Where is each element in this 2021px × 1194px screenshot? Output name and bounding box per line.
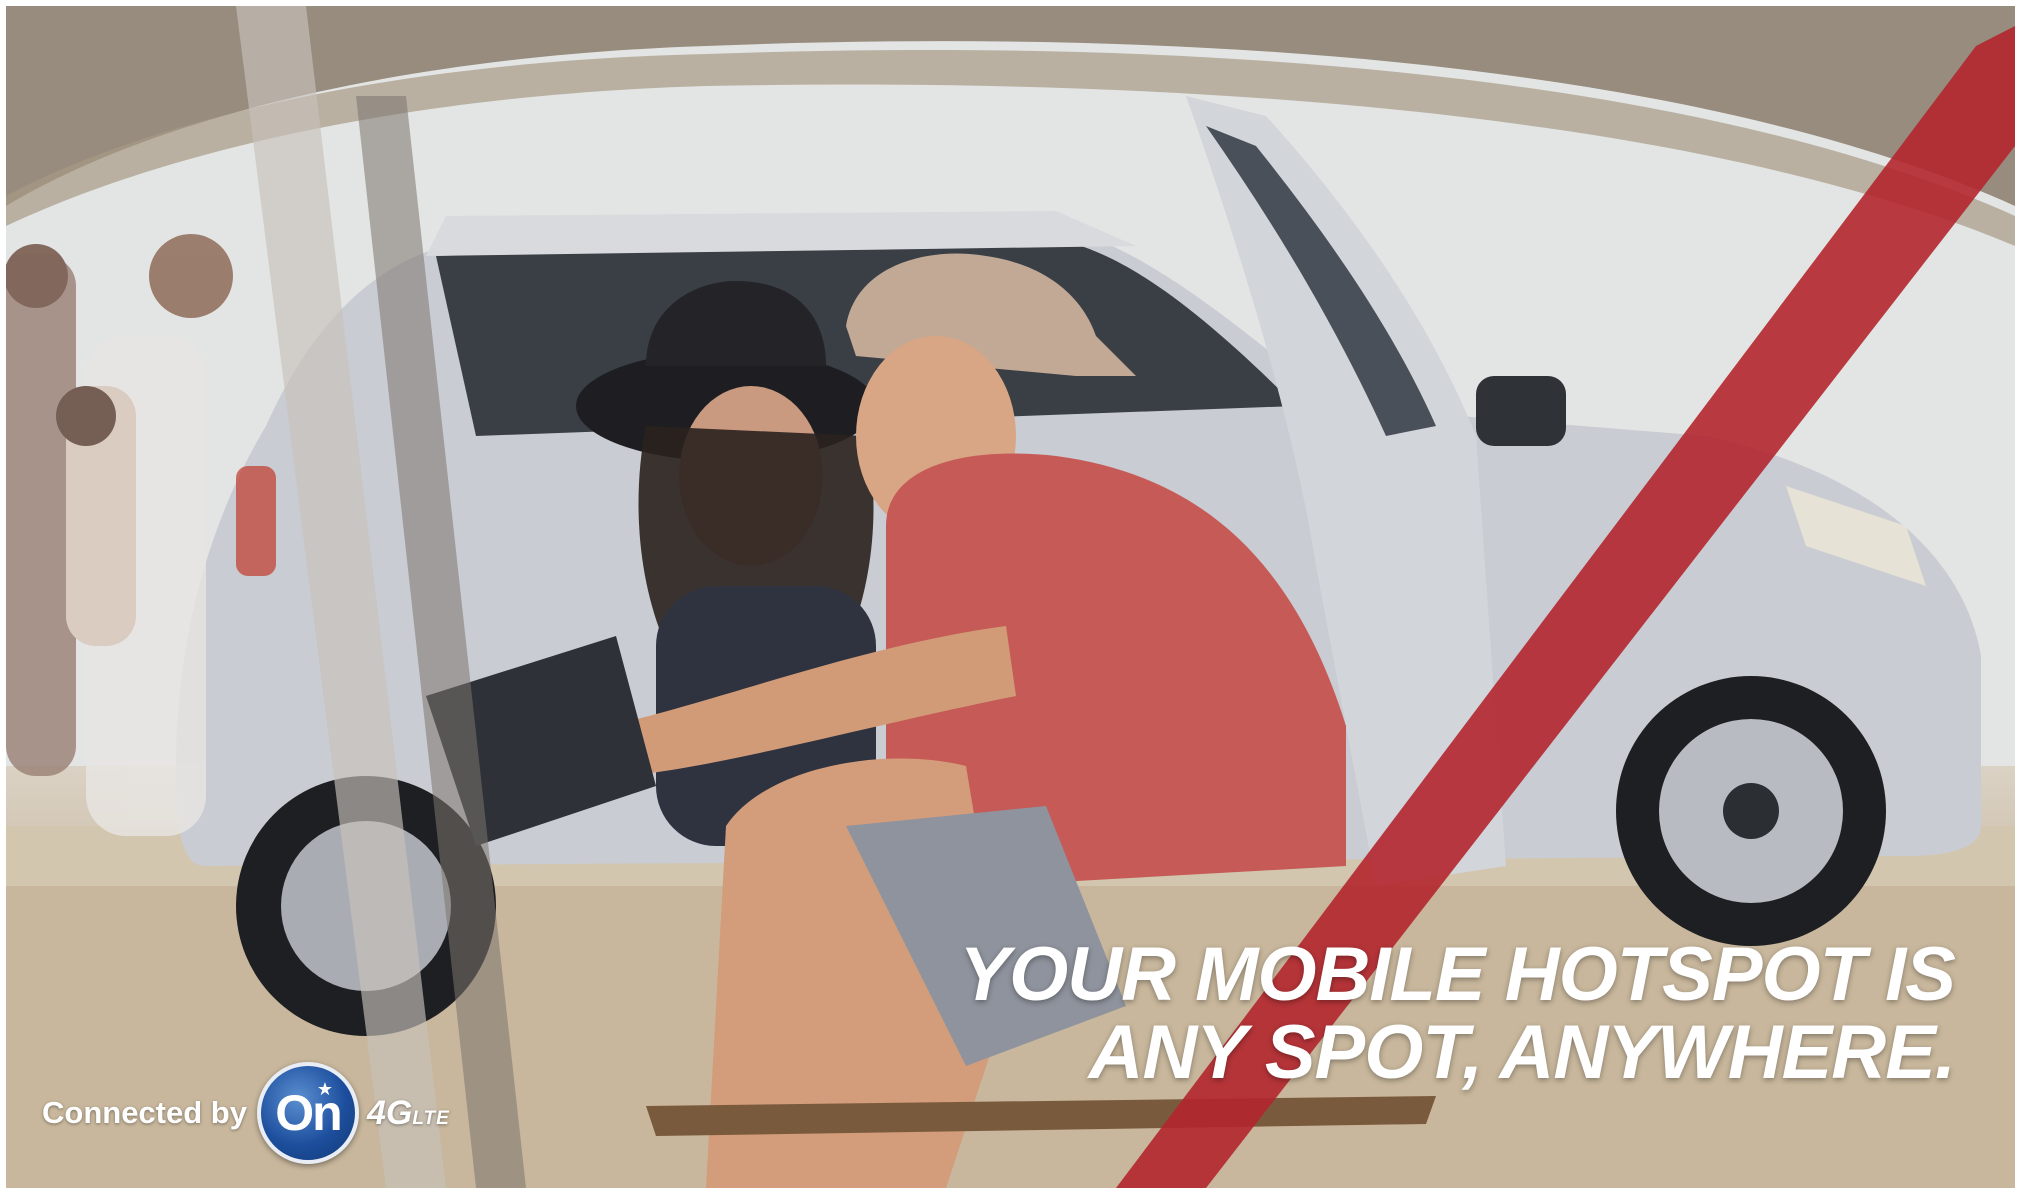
headline: YOUR MOBILE HOTSPOT IS ANY SPOT, ANYWHER… [835, 932, 1956, 1095]
side-mirror [1476, 376, 1566, 446]
photo-scene: YOUR MOBILE HOTSPOT IS ANY SPOT, ANYWHER… [6, 6, 2015, 1188]
star-icon: ★ [316, 1079, 333, 1099]
network-sub: LTE [412, 1107, 450, 1129]
connected-by-label: Connected by [42, 1095, 247, 1130]
onstar-logo-icon: On ★ [256, 1062, 359, 1164]
headline-line-2: ANY SPOT, ANYWHERE. [1088, 1010, 1956, 1095]
front-hub [1723, 783, 1779, 839]
network-label: 4G LTE [367, 1094, 450, 1133]
headline-line-1: YOUR MOBILE HOTSPOT IS [959, 932, 1956, 1017]
tail-light [236, 466, 276, 576]
network-main: 4G [366, 1093, 413, 1132]
connected-by-badge: Connected by On ★ 4G LTE [42, 1061, 450, 1165]
